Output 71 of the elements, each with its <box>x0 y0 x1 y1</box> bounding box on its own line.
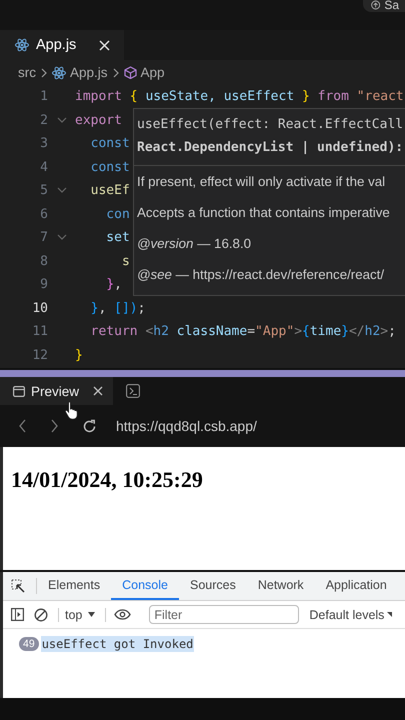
fold-chevron-icon[interactable] <box>56 234 66 242</box>
doc-text: If present, effect will only activate if the val <box>137 174 386 189</box>
code-line: } <box>75 348 83 363</box>
code-line: con <box>105 206 130 222</box>
file-tab[interactable]: App.js <box>0 30 124 60</box>
breadcrumb-item[interactable]: App <box>140 65 165 80</box>
hand-cursor-icon <box>64 400 80 420</box>
upload-icon <box>371 0 380 10</box>
signature-text: useEffect(effect: React.EffectCall <box>137 116 404 134</box>
breadcrumb-item[interactable]: App.js <box>70 65 108 80</box>
cube-icon <box>124 66 137 79</box>
date-time-heading: 14/01/2024, 10:25:29 <box>10 466 204 493</box>
react-icon <box>15 38 29 52</box>
doc-text: Accepts a function that contains imperative <box>137 205 390 220</box>
line-number: 5 <box>39 183 48 198</box>
url-field[interactable]: https://qqd8ql.csb.app/ <box>116 418 257 434</box>
context-dropdown[interactable]: top <box>58 608 106 622</box>
fold-chevron-icon[interactable] <box>56 187 66 194</box>
preview-tab[interactable]: Preview <box>0 377 114 405</box>
sidebar-icon[interactable] <box>11 608 24 621</box>
terminal-icon <box>126 384 140 398</box>
fold-chevron-icon[interactable] <box>56 116 66 124</box>
code-line: }, <box>105 277 122 292</box>
devtools-tab[interactable]: Network <box>246 572 315 600</box>
filter-field[interactable]: Filter <box>149 605 300 624</box>
line-number: 3 <box>39 136 48 152</box>
dropdown-caret-icon <box>387 612 392 617</box>
code-line: s <box>120 254 130 269</box>
chevron-right-icon <box>112 68 120 78</box>
line-number: 10 <box>31 300 48 316</box>
react-icon <box>52 66 66 80</box>
forward-icon[interactable] <box>50 419 59 433</box>
code-line: useEf <box>90 183 130 198</box>
line-number: 1 <box>39 89 48 104</box>
line-number: 8 <box>39 254 48 269</box>
chevron-right-icon <box>40 68 48 78</box>
doc-tag: @version — 16.8.0 <box>137 236 252 251</box>
line-number: 9 <box>39 277 48 292</box>
line-number: 7 <box>39 230 48 246</box>
close-icon[interactable] <box>93 386 104 396</box>
signature-text: React.DependencyList | undefined): <box>137 139 404 157</box>
line-number: 6 <box>39 206 48 222</box>
close-icon[interactable] <box>99 40 110 50</box>
count-badge: 49 <box>19 637 39 651</box>
code-line: const <box>90 160 130 175</box>
reload-icon[interactable] <box>82 418 97 434</box>
code-line: }, []); <box>90 300 146 316</box>
code-line: export <box>75 112 122 128</box>
devtools-tab[interactable]: Elements <box>37 572 112 600</box>
inspect-icon[interactable] <box>11 579 25 593</box>
line-number: 2 <box>39 112 48 128</box>
back-icon[interactable] <box>18 419 27 433</box>
save-button[interactable]: Sa <box>363 0 405 12</box>
code-line: set <box>105 230 130 246</box>
console-message: useEffect got Invoked <box>40 636 194 652</box>
devtools-tab[interactable]: Sources <box>178 572 247 600</box>
devtools-tab[interactable]: Application <box>314 572 398 600</box>
line-number: 4 <box>39 160 48 175</box>
levels-dropdown[interactable]: Default levels <box>309 608 392 622</box>
line-number: 12 <box>31 348 48 363</box>
code-line: import { useState, useEffect } from "react <box>75 89 404 104</box>
dropdown-caret-icon <box>88 612 96 617</box>
clear-icon[interactable] <box>34 608 48 622</box>
line-number: 11 <box>31 324 48 340</box>
doc-tag: @see — https://react.dev/reference/react/ <box>137 267 384 282</box>
code-line: const <box>90 136 130 152</box>
eye-icon[interactable] <box>114 609 132 620</box>
code-line: return <h2 className="App">{time}</h2>; <box>90 324 396 340</box>
window-icon <box>13 386 25 396</box>
devtools-tab[interactable]: Console <box>111 572 179 600</box>
breadcrumb-item[interactable]: src <box>18 65 36 80</box>
